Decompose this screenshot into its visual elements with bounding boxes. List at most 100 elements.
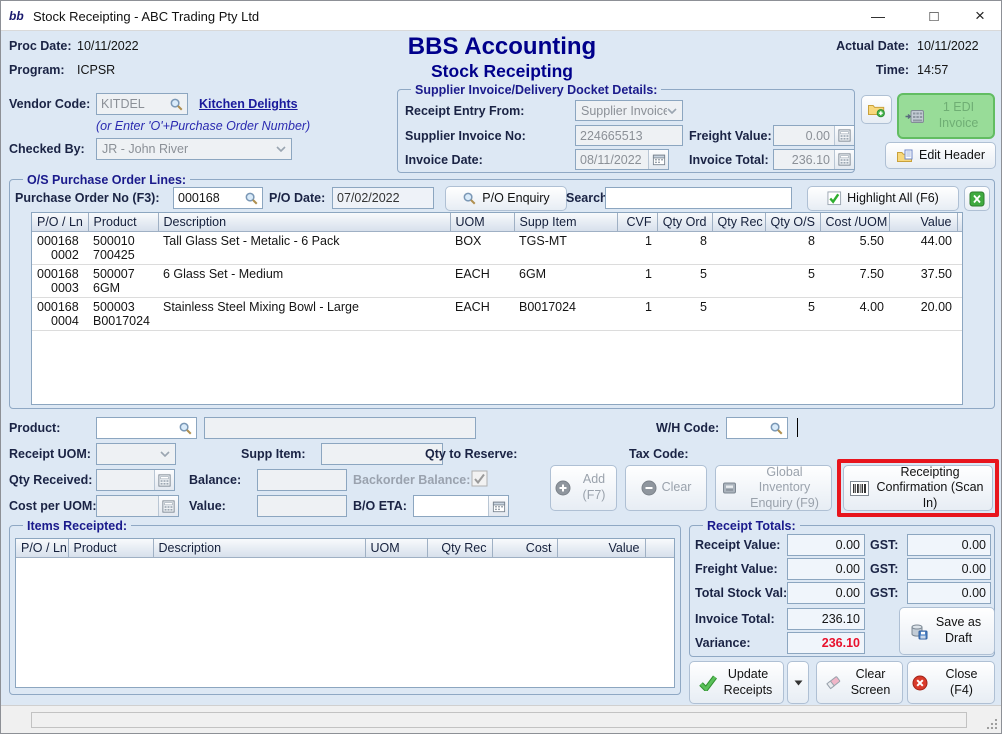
invoice-details-title: Supplier Invoice/Delivery Docket Details… bbox=[411, 83, 661, 97]
table-cell bbox=[712, 232, 765, 265]
table-cell: BOX bbox=[450, 232, 514, 265]
supp-item-label: Supp Item: bbox=[241, 447, 306, 461]
table-cell: 37.50 bbox=[889, 265, 957, 298]
calendar-icon[interactable] bbox=[648, 150, 668, 169]
items-table-header-row: P/O / LnProductDescriptionUOMQty RecCost… bbox=[16, 539, 675, 558]
table-cell: B0017024 bbox=[514, 298, 617, 331]
edit-header-label: Edit Header bbox=[919, 148, 985, 164]
table-cell: 1 bbox=[617, 232, 657, 265]
cost-per-uom-field[interactable] bbox=[96, 495, 179, 517]
po-table-header-row: P/O / LnProductDescriptionUOMSupp ItemCV… bbox=[32, 213, 963, 232]
invoice-date-field[interactable] bbox=[575, 149, 669, 170]
po-table-body: 0001680002500010700425Tall Glass Set - M… bbox=[32, 232, 963, 331]
clear-button[interactable]: Clear bbox=[625, 465, 707, 511]
update-receipts-button[interactable]: Update Receipts bbox=[689, 661, 784, 704]
table-cell: EACH bbox=[450, 265, 514, 298]
calculator-icon[interactable] bbox=[154, 470, 174, 490]
eraser-icon bbox=[825, 674, 842, 691]
receipt-totals-title: Receipt Totals: bbox=[703, 519, 800, 533]
calculator-icon[interactable] bbox=[158, 496, 178, 516]
value-label: Value: bbox=[189, 499, 226, 513]
freight-total-label: Freight Value: bbox=[695, 562, 778, 576]
column-header bbox=[957, 213, 963, 232]
table-cell: 5 bbox=[657, 298, 712, 331]
edit-header-button[interactable]: Edit Header bbox=[885, 142, 996, 169]
plus-circle-icon bbox=[555, 480, 571, 496]
edi-invoice-button[interactable]: 1 EDI Invoice bbox=[897, 93, 995, 139]
calculator-icon[interactable] bbox=[834, 150, 854, 169]
column-header: Qty Rec bbox=[427, 539, 492, 558]
inventory-icon bbox=[721, 480, 738, 496]
receipt-uom-select[interactable] bbox=[96, 443, 176, 465]
bo-eta-field[interactable] bbox=[413, 495, 509, 517]
vendor-code-field[interactable] bbox=[96, 93, 188, 115]
receipting-confirmation-button[interactable]: Receipting Confirmation (Scan In) bbox=[843, 465, 993, 511]
po-date-field[interactable] bbox=[332, 187, 434, 209]
app-title: BBS Accounting bbox=[332, 33, 672, 61]
table-cell: 5 bbox=[657, 265, 712, 298]
maximize-button[interactable]: □ bbox=[912, 1, 956, 31]
add-button[interactable]: Add (F7) bbox=[550, 465, 617, 511]
save-as-draft-label: Save as Draft bbox=[933, 615, 985, 646]
invoice-date-label: Invoice Date: bbox=[405, 153, 483, 167]
excel-icon bbox=[969, 191, 985, 207]
status-panel bbox=[31, 712, 967, 728]
backorder-balance-checkbox[interactable] bbox=[471, 470, 488, 487]
backorder-balance-label: Backorder Balance: bbox=[353, 473, 470, 487]
vendor-hint: (or Enter 'O'+Purchase Order Number) bbox=[96, 119, 310, 133]
gst-label: GST: bbox=[870, 538, 898, 552]
table-row[interactable]: 0001680002500010700425Tall Glass Set - M… bbox=[32, 232, 963, 265]
search-icon[interactable] bbox=[240, 188, 262, 208]
highlight-all-button[interactable]: Highlight All (F6) bbox=[807, 186, 959, 211]
receipt-entry-from-select[interactable]: Supplier Invoice bbox=[575, 100, 683, 121]
attach-document-button[interactable] bbox=[861, 95, 892, 124]
column-header: Value bbox=[557, 539, 645, 558]
table-row[interactable]: 00016800035000076GM6 Glass Set - MediumE… bbox=[32, 265, 963, 298]
items-receipted-table[interactable]: P/O / LnProductDescriptionUOMQty RecCost… bbox=[15, 538, 675, 688]
table-cell: 0001680002 bbox=[32, 232, 88, 265]
column-header: UOM bbox=[450, 213, 514, 232]
clear-screen-button[interactable]: Clear Screen bbox=[816, 661, 903, 704]
balance-field bbox=[257, 469, 347, 491]
invoice-total-field[interactable] bbox=[773, 149, 855, 170]
invoice-total-summary-field bbox=[787, 608, 865, 630]
update-receipts-dropdown-button[interactable] bbox=[787, 661, 809, 704]
search-icon[interactable] bbox=[765, 418, 787, 438]
po-lines-table[interactable]: P/O / LnProductDescriptionUOMSupp ItemCV… bbox=[31, 212, 963, 405]
search-icon[interactable] bbox=[165, 94, 187, 114]
search-icon bbox=[462, 191, 477, 206]
calculator-icon[interactable] bbox=[834, 126, 854, 145]
save-as-draft-button[interactable]: Save as Draft bbox=[899, 607, 995, 655]
table-cell bbox=[957, 265, 963, 298]
wh-code-label: W/H Code: bbox=[656, 421, 719, 435]
search-field[interactable] bbox=[605, 187, 792, 209]
search-icon[interactable] bbox=[174, 418, 196, 438]
supplier-invoice-no-field[interactable] bbox=[575, 125, 683, 146]
items-receipted-grid: P/O / LnProductDescriptionUOMQty RecCost… bbox=[16, 539, 675, 558]
po-no-field[interactable] bbox=[173, 187, 263, 209]
vendor-name-link[interactable]: Kitchen Delights bbox=[199, 97, 298, 111]
minimize-button[interactable]: — bbox=[856, 1, 900, 31]
value-field bbox=[257, 495, 347, 517]
resize-grip-icon[interactable] bbox=[987, 719, 997, 729]
checked-by-label: Checked By: bbox=[9, 142, 85, 156]
freight-value-field[interactable] bbox=[773, 125, 855, 146]
calendar-icon[interactable] bbox=[488, 496, 508, 516]
close-button[interactable]: Close (F4) bbox=[907, 661, 995, 704]
checked-by-select[interactable]: JR - John River bbox=[96, 138, 292, 160]
table-cell: 7.50 bbox=[820, 265, 889, 298]
gst-label: GST: bbox=[870, 586, 898, 600]
receipt-uom-label: Receipt UOM: bbox=[9, 447, 91, 461]
table-row[interactable]: 0001680004500003B0017024Stainless Steel … bbox=[32, 298, 963, 331]
close-window-button[interactable]: × bbox=[958, 1, 1002, 31]
qty-received-field[interactable] bbox=[96, 469, 175, 491]
proc-date-value: 10/11/2022 bbox=[77, 39, 139, 53]
product-field[interactable] bbox=[96, 417, 197, 439]
export-excel-button[interactable] bbox=[964, 186, 990, 211]
po-enquiry-button[interactable]: P/O Enquiry bbox=[445, 186, 567, 211]
clear-screen-label: Clear Screen bbox=[847, 667, 895, 698]
checked-checkbox-icon bbox=[827, 191, 842, 206]
column-header: Cost /UOM bbox=[820, 213, 889, 232]
global-inventory-enquiry-button[interactable]: Global Inventory Enquiry (F9) bbox=[715, 465, 832, 511]
wh-code-field[interactable] bbox=[726, 417, 788, 439]
